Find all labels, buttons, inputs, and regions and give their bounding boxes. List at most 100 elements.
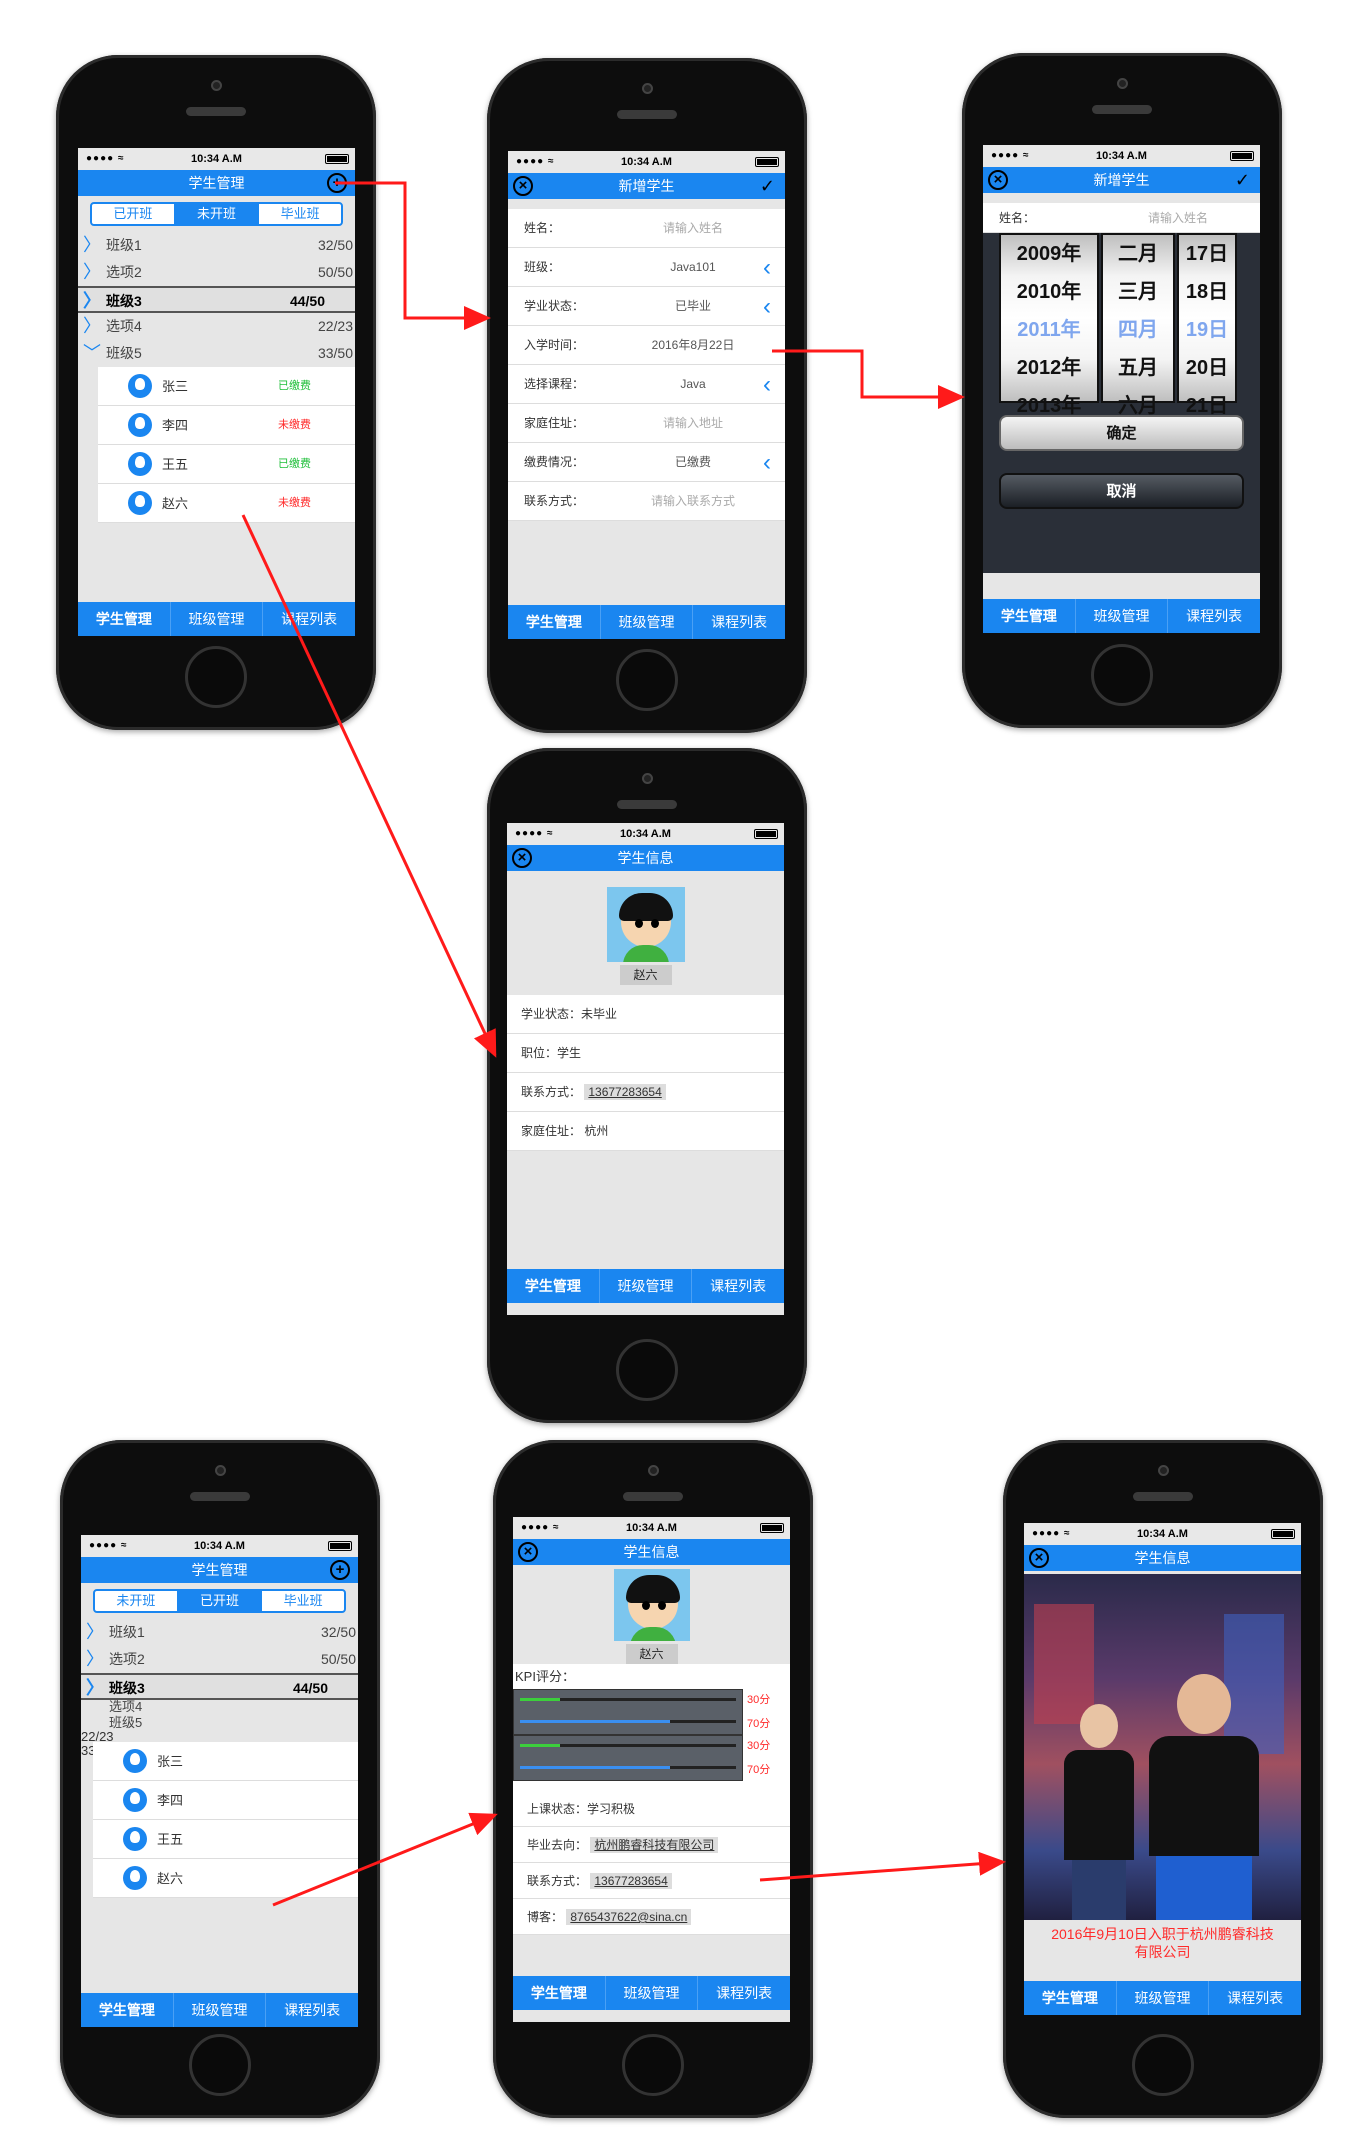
student-row[interactable]: 李四 xyxy=(93,1781,358,1820)
tab-course-list[interactable]: 课程列表 xyxy=(698,1976,790,2010)
tab-class-management[interactable]: 班级管理 xyxy=(1076,599,1169,633)
class-row-selected[interactable]: 〉班级3 44/50 xyxy=(81,1673,358,1700)
segment-graduated[interactable]: 毕业班 xyxy=(262,1591,344,1611)
address-field[interactable]: 家庭住址： 请输入地址 xyxy=(508,404,785,443)
check-icon[interactable]: ✓ xyxy=(760,173,775,199)
student-row[interactable]: 张三 已缴费 xyxy=(98,367,355,406)
study-status-field[interactable]: 学业状态： 已毕业 ‹ xyxy=(508,287,785,326)
phone-student-list-opened: ●●●● ≈ 10:34 A.M 学生管理 + 未开班 已开班 毕业班 〉班级1… xyxy=(60,1440,380,2118)
tab-student-management[interactable]: 学生管理 xyxy=(513,1976,606,2010)
class-row[interactable]: 〉班级1 32/50 xyxy=(78,232,355,259)
close-icon[interactable]: × xyxy=(513,176,533,196)
tab-bar: 学生管理 班级管理 课程列表 xyxy=(508,605,785,639)
day-wheel[interactable]: 17日 18日 19日 20日 21日 xyxy=(1177,233,1237,417)
tab-student-management[interactable]: 学生管理 xyxy=(78,602,171,636)
class-count: 22/23 xyxy=(317,318,353,334)
field-label: 入学时间： xyxy=(524,338,585,352)
home-button[interactable] xyxy=(616,1339,678,1401)
earpiece xyxy=(1133,1492,1193,1501)
close-icon[interactable]: × xyxy=(1029,1548,1049,1568)
name-field[interactable]: 姓名： 请输入姓名 xyxy=(508,209,785,248)
tab-student-management[interactable]: 学生管理 xyxy=(508,605,601,639)
info-label: 联系方式： xyxy=(527,1874,588,1888)
nav-bar: 学生管理 + xyxy=(78,170,355,196)
tab-course-list[interactable]: 课程列表 xyxy=(266,1993,358,2027)
fee-field[interactable]: 缴费情况： 已缴费 ‹ xyxy=(508,443,785,482)
segment-graduated[interactable]: 毕业班 xyxy=(259,204,341,224)
tab-class-management[interactable]: 班级管理 xyxy=(174,1993,267,2027)
student-row[interactable]: 王五 已缴费 xyxy=(98,445,355,484)
course-field[interactable]: 选择课程： Java ‹ xyxy=(508,365,785,404)
name-field[interactable]: 姓名： 请输入姓名 xyxy=(983,203,1260,233)
tab-course-list[interactable]: 课程列表 xyxy=(1168,599,1260,633)
confirm-button[interactable]: 确定 xyxy=(999,415,1244,451)
close-icon[interactable]: × xyxy=(512,848,532,868)
tab-student-management[interactable]: 学生管理 xyxy=(81,1993,174,2027)
signal-icon: ●●●● ≈ xyxy=(515,828,554,839)
class-row[interactable]: 〉选项4 22/23 xyxy=(78,313,355,340)
class-field[interactable]: 班级： Java101 ‹ xyxy=(508,248,785,287)
segment-not-opened[interactable]: 未开班 xyxy=(175,204,260,224)
enroll-date-field[interactable]: 入学时间： 2016年8月22日 xyxy=(508,326,785,365)
home-button[interactable] xyxy=(1132,2034,1194,2096)
add-icon[interactable]: + xyxy=(330,1560,350,1580)
blog-link[interactable]: 8765437622@sina.cn xyxy=(566,1909,692,1925)
class-row[interactable]: 班级5 xyxy=(81,1716,358,1736)
tab-student-management[interactable]: 学生管理 xyxy=(983,599,1076,633)
home-button[interactable] xyxy=(622,2034,684,2096)
class-row[interactable]: 〉班级1 32/50 xyxy=(81,1619,358,1646)
segment-opened[interactable]: 已开班 xyxy=(92,204,176,224)
date-picker: 2009年 2010年 2011年 2012年 2013年 二月 三月 四月 五… xyxy=(983,233,1260,573)
tab-class-management[interactable]: 班级管理 xyxy=(600,1269,693,1303)
phone-link[interactable]: 13677283654 xyxy=(590,1873,672,1889)
chevron-left-icon: ‹ xyxy=(763,371,771,398)
add-icon[interactable]: + xyxy=(327,173,347,193)
close-icon[interactable]: × xyxy=(988,170,1008,190)
status-time: 10:34 A.M xyxy=(1096,150,1147,162)
phone-link[interactable]: 13677283654 xyxy=(584,1084,666,1100)
class-row[interactable]: 〉选项2 50/50 xyxy=(78,259,355,286)
student-row[interactable]: 李四 未缴费 xyxy=(98,406,355,445)
class-row[interactable]: 〉选项2 50/50 xyxy=(81,1646,358,1673)
student-row[interactable]: 张三 xyxy=(93,1742,358,1781)
company-link[interactable]: 杭州鹏睿科技有限公司 xyxy=(590,1837,719,1853)
tab-student-management[interactable]: 学生管理 xyxy=(1024,1981,1117,2015)
home-button[interactable] xyxy=(616,649,678,711)
contact-field[interactable]: 联系方式： 请输入联系方式 xyxy=(508,482,785,521)
class-row-selected[interactable]: 〉班级3 44/50 xyxy=(78,286,355,313)
user-icon xyxy=(128,452,152,476)
cancel-button[interactable]: 取消 xyxy=(999,473,1244,509)
tab-course-list[interactable]: 课程列表 xyxy=(693,605,785,639)
tab-course-list[interactable]: 课程列表 xyxy=(692,1269,784,1303)
home-button[interactable] xyxy=(1091,644,1153,706)
student-row[interactable]: 王五 xyxy=(93,1820,358,1859)
home-button[interactable] xyxy=(189,2034,251,2096)
tab-course-list[interactable]: 课程列表 xyxy=(263,602,355,636)
info-label: 家庭住址： xyxy=(521,1124,582,1138)
close-icon[interactable]: × xyxy=(518,1542,538,1562)
earpiece xyxy=(190,1492,250,1501)
class-row-expanded[interactable]: ﹀ 班级5 33/50 xyxy=(78,340,355,367)
earpiece xyxy=(617,110,677,119)
chevron-left-icon: ‹ xyxy=(763,254,771,281)
student-row[interactable]: 赵六 未缴费 xyxy=(98,484,355,523)
home-button[interactable] xyxy=(185,646,247,708)
status-time: 10:34 A.M xyxy=(620,828,671,840)
info-label: 职位： xyxy=(521,1046,558,1060)
tab-course-list[interactable]: 课程列表 xyxy=(1209,1981,1301,2015)
tab-class-management[interactable]: 班级管理 xyxy=(606,1976,699,2010)
tab-student-management[interactable]: 学生管理 xyxy=(507,1269,600,1303)
tab-class-management[interactable]: 班级管理 xyxy=(1117,1981,1210,2015)
tab-class-management[interactable]: 班级管理 xyxy=(171,602,264,636)
year-wheel[interactable]: 2009年 2010年 2011年 2012年 2013年 xyxy=(999,233,1099,417)
student-row[interactable]: 赵六 xyxy=(93,1859,358,1898)
class-count: 44/50 xyxy=(292,1680,328,1696)
check-icon[interactable]: ✓ xyxy=(1235,167,1250,193)
class-name: 选项2 xyxy=(106,264,142,280)
nav-bar: × 学生信息 xyxy=(1024,1545,1301,1571)
segment-opened[interactable]: 已开班 xyxy=(178,1591,263,1611)
month-wheel[interactable]: 二月 三月 四月 五月 六月 xyxy=(1101,233,1175,417)
info-row: 毕业去向： 杭州鹏睿科技有限公司 xyxy=(513,1827,790,1863)
segment-not-opened[interactable]: 未开班 xyxy=(95,1591,179,1611)
tab-class-management[interactable]: 班级管理 xyxy=(601,605,694,639)
